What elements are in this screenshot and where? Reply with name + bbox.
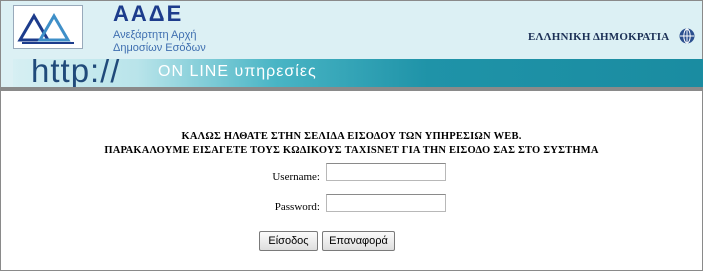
username-label: Username: [272, 171, 320, 183]
aade-logo-icon [13, 5, 83, 49]
password-input[interactable] [326, 194, 446, 212]
republic-title: ΕΛΛΗΝΙΚΗ ΔΗΜΟΚΡΑΤΙΑ [528, 31, 670, 43]
site-header: ΑΑΔΕ Ανεξάρτητη Αρχή Δημοσίων Εσόδων ΕΛΛ… [1, 1, 703, 87]
password-label: Password: [274, 201, 320, 213]
welcome-instructions: ΠΑΡΑΚΑΛΟΥΜΕ ΕΙΣΑΓΕΤΕ ΤΟΥΣ ΚΩΔΙΚΟΥΣ TAXIS… [104, 145, 599, 156]
banner-http-text: http:// [31, 59, 121, 87]
globe-icon [679, 28, 695, 44]
welcome-heading: ΚΑΛΩΣ ΗΛΘΑΤΕ ΣΤΗΝ ΣΕΛΙΔΑ ΕΙΣΟΔΟΥ ΤΩΝ ΥΠΗ… [181, 131, 522, 142]
online-services-banner: http:// ON LINE υπηρεσίες [13, 59, 703, 87]
login-panel: ΚΑΛΩΣ ΗΛΘΑΤΕ ΣΤΗΝ ΣΕΛΙΔΑ ΕΙΣΟΔΟΥ ΤΩΝ ΥΠΗ… [1, 91, 702, 269]
brand-name: ΑΑΔΕ [113, 1, 184, 26]
reset-button[interactable]: Επαναφορά [322, 231, 395, 251]
brand-subtitle-line1: Ανεξάρτητη Αρχή [113, 29, 197, 41]
banner-online-text: ON LINE υπηρεσίες [158, 63, 317, 80]
login-button[interactable]: Είσοδος [259, 231, 318, 251]
username-input[interactable] [326, 163, 446, 181]
brand-subtitle-line2: Δημοσίων Εσόδων [113, 42, 206, 54]
